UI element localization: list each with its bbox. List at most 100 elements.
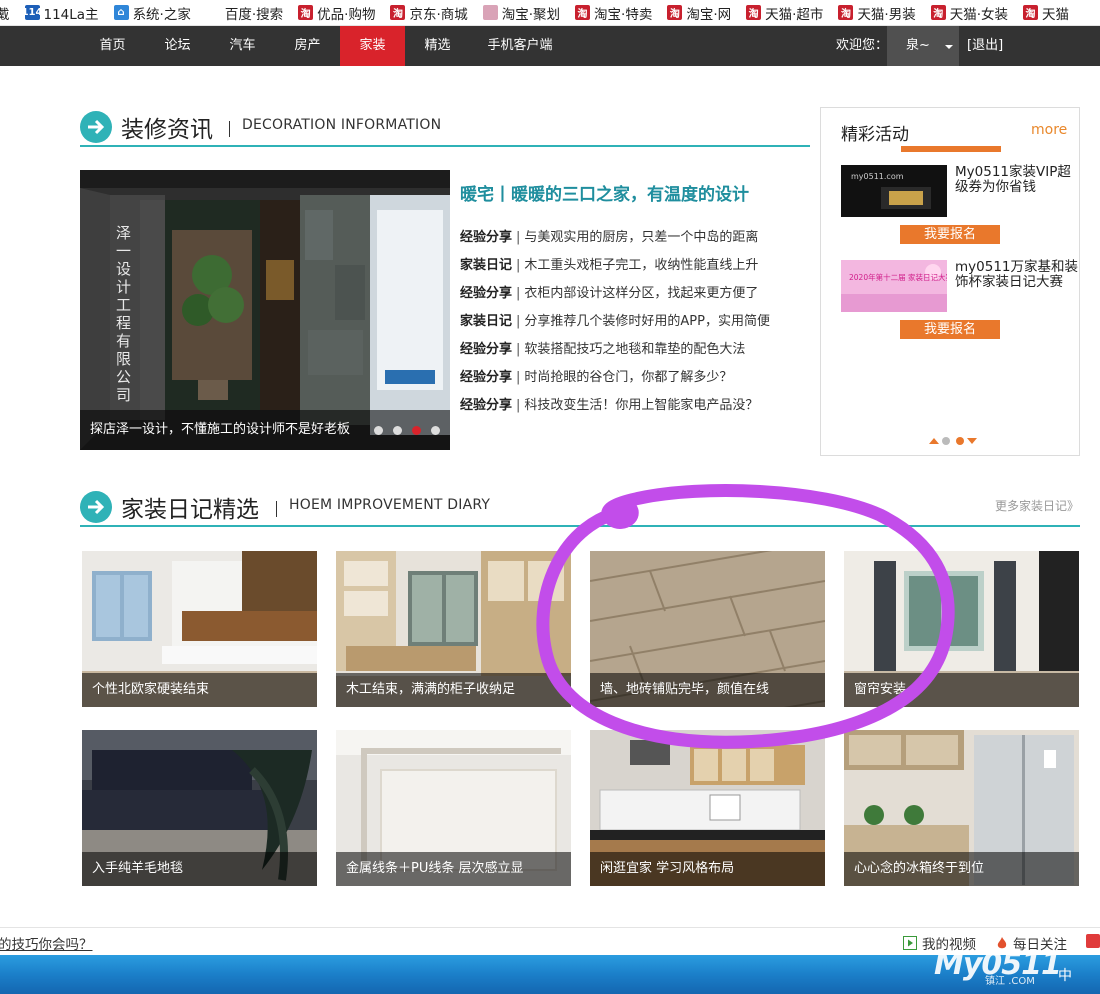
news-title[interactable]: 与美观实用的厨房，只差一个中岛的距离	[524, 230, 758, 245]
sign-text: 泽一设计工程有限公司	[114, 225, 132, 405]
more-diary-link[interactable]: 更多家装日记》	[995, 497, 1079, 514]
news-title[interactable]: 木工重头戏柜子完工，收纳性能直线上升	[524, 258, 758, 273]
bookmark-item[interactable]: ✽ 百度·搜索	[205, 3, 283, 23]
diary-caption: 木工结束，满满的柜子收纳足	[336, 673, 571, 707]
news-items: 经验分享 | 与美观实用的厨房，只差一个中岛的距离 家装日记 | 木工重头戏柜子完工，收纳…	[460, 224, 810, 420]
diary-tile[interactable]: 墙、地砖铺贴完毕，颜值在线	[590, 551, 825, 707]
news-item[interactable]: 经验分享 | 衣柜内部设计这样分区，找起来更方便了	[460, 280, 810, 308]
slider-dot-active[interactable]	[412, 426, 421, 435]
scrolling-tip-link[interactable]: 的技巧你会吗？	[0, 933, 93, 953]
house-icon: ⌂	[113, 5, 129, 20]
news-tag[interactable]: 家装日记	[460, 314, 512, 329]
activity-title: 精彩活动	[841, 125, 909, 145]
news-tag[interactable]: 经验分享	[460, 398, 512, 413]
news-separator: |	[516, 314, 521, 329]
news-item[interactable]: 经验分享 | 与美观实用的厨房，只差一个中岛的距离	[460, 224, 810, 252]
bookmark-item[interactable]: 戴	[0, 3, 10, 23]
news-item[interactable]: 家装日记 | 木工重头戏柜子完工，收纳性能直线上升	[460, 252, 810, 280]
diary-tile[interactable]: 个性北欧家硬装结束	[82, 551, 317, 707]
news-separator: |	[516, 398, 521, 413]
logout-link[interactable]: [退出]	[967, 26, 1003, 66]
news-title[interactable]: 软装搭配技巧之地毯和靠垫的配色大法	[524, 342, 745, 357]
news-tag[interactable]: 经验分享	[460, 370, 512, 385]
news-item[interactable]: 家装日记 | 分享推荐几个装修时好用的APP，实用简便	[460, 308, 810, 336]
activity-banner[interactable]: my0511.com	[841, 165, 947, 217]
news-tag[interactable]: 家装日记	[460, 258, 512, 273]
gift-icon[interactable]	[1086, 934, 1100, 948]
news-separator: |	[516, 230, 521, 245]
activity-more-link[interactable]: more	[1031, 122, 1067, 138]
news-separator: |	[516, 258, 521, 273]
diary-tile[interactable]: 入手纯羊毛地毯	[82, 730, 317, 886]
bookmark-item[interactable]: 淘天猫	[1023, 3, 1069, 23]
nav-item-forum[interactable]: 论坛	[145, 26, 210, 66]
bookmark-item[interactable]: 淘天猫·男装	[838, 3, 916, 23]
slider-dot[interactable]	[374, 426, 383, 435]
news-item[interactable]: 经验分享 | 软装搭配技巧之地毯和靠垫的配色大法	[460, 336, 810, 364]
slider-dot[interactable]	[431, 426, 440, 435]
diary-tile[interactable]: 金属线条＋PU线条 层次感立显	[336, 730, 571, 886]
bookmarks-bar: 戴114114La主⌂系统·之家✽百度·搜索淘优品·购物淘京东·商城淘宝·聚划淘…	[0, 0, 1100, 26]
news-tag[interactable]: 经验分享	[460, 286, 512, 301]
bookmark-item[interactable]: 淘宝·聚划	[482, 3, 560, 23]
news-title[interactable]: 分享推荐几个装修时好用的APP，实用简便	[524, 314, 770, 329]
bookmark-item[interactable]: 淘淘宝·网	[667, 3, 731, 23]
section-title: 装修资讯	[121, 117, 213, 143]
news-title[interactable]: 衣柜内部设计这样分区，找起来更方便了	[524, 286, 758, 301]
section-title: 家装日记精选	[121, 497, 259, 523]
news-separator: |	[516, 342, 521, 357]
activity-text[interactable]: My0511家装VIP超级券为你省钱	[955, 165, 1079, 195]
bookmark-item[interactable]: 淘京东·商城	[390, 3, 468, 23]
feature-slider[interactable]: 泽一设计工程有限公司 探店泽一设计，不懂施工的设计师不是好老板	[80, 170, 450, 450]
nav-item-property[interactable]: 房产	[275, 26, 340, 66]
activity-panel: 精彩活动 more my0511.com My0511家装VIP超级券为你省钱 …	[820, 107, 1080, 456]
news-item[interactable]: 经验分享 | 时尚抢眼的谷仓门，你都了解多少？	[460, 364, 810, 392]
bookmark-item[interactable]: 淘天猫·超市	[746, 3, 823, 23]
bookmark-item[interactable]: 淘优品·购物	[298, 3, 375, 23]
ime-indicator[interactable]: 中	[1058, 965, 1072, 985]
bookmark-item[interactable]: 淘淘宝·特卖	[575, 3, 652, 23]
activity-scroll-edge	[901, 146, 1001, 152]
taobao-icon: 淘	[838, 5, 854, 20]
taobao-icon: 淘	[575, 5, 591, 20]
caret-down-icon[interactable]	[967, 438, 977, 444]
pager-dot[interactable]	[942, 437, 950, 445]
signup-button[interactable]: 我要报名	[900, 320, 1000, 339]
news-title[interactable]: 科技改变生活！你用上智能家电产品没？	[524, 398, 758, 413]
nav-item-mobile-client[interactable]: 手机客户端	[470, 26, 570, 66]
nav-item-car[interactable]: 汽车	[210, 26, 275, 66]
bookmark-item[interactable]: 淘天猫·女装	[930, 3, 1008, 23]
news-tag[interactable]: 经验分享	[460, 342, 512, 357]
diary-caption: 心心念的冰箱终于到位	[844, 852, 1079, 886]
divider	[229, 121, 230, 137]
nav-item-featured[interactable]: 精选	[405, 26, 470, 66]
section-header-decoration-info: 装修资讯 DECORATION INFORMATION	[80, 107, 810, 147]
activity-text[interactable]: my0511万家基和装饰杯家装日记大赛	[955, 260, 1079, 290]
nav-item-home-decor[interactable]: 家装	[340, 26, 405, 66]
svg-text:my0511.com: my0511.com	[851, 172, 904, 181]
slider-dot[interactable]	[393, 426, 402, 435]
pager-dot-active[interactable]	[956, 437, 964, 445]
taobao-icon: 淘	[298, 5, 314, 20]
bookmark-label: 天猫	[1042, 6, 1070, 23]
news-separator: |	[516, 370, 521, 385]
activity-banner[interactable]: 2020年第十二届 家装日记大赛	[841, 260, 947, 312]
news-headline[interactable]: 暖宅丨暖暖的三口之家，有温度的设计	[460, 180, 810, 210]
diary-tile[interactable]: 木工结束，满满的柜子收纳足	[336, 551, 571, 707]
diary-tile[interactable]: 心心念的冰箱终于到位	[844, 730, 1079, 886]
diary-tile[interactable]: 窗帘安装	[844, 551, 1079, 707]
caret-up-icon[interactable]	[929, 438, 939, 444]
diary-caption: 金属线条＋PU线条 层次感立显	[336, 852, 571, 886]
news-title[interactable]: 时尚抢眼的谷仓门，你都了解多少？	[524, 370, 732, 385]
user-menu[interactable]: 泉~	[887, 26, 959, 66]
signup-button[interactable]: 我要报名	[900, 225, 1000, 244]
bookmark-item[interactable]: ⌂ 系统·之家	[113, 3, 191, 23]
news-tag[interactable]: 经验分享	[460, 230, 512, 245]
diary-tile[interactable]: 闲逛宜家 学习风格布局	[590, 730, 825, 886]
nav-item-home[interactable]: 首页	[80, 26, 145, 66]
taobao-icon: 淘	[746, 5, 762, 20]
bookmark-label: 淘宝·网	[686, 6, 732, 23]
number-icon: 114	[21, 5, 43, 20]
bookmark-item[interactable]: 114 114La主	[21, 3, 99, 23]
news-item[interactable]: 经验分享 | 科技改变生活！你用上智能家电产品没？	[460, 392, 810, 420]
